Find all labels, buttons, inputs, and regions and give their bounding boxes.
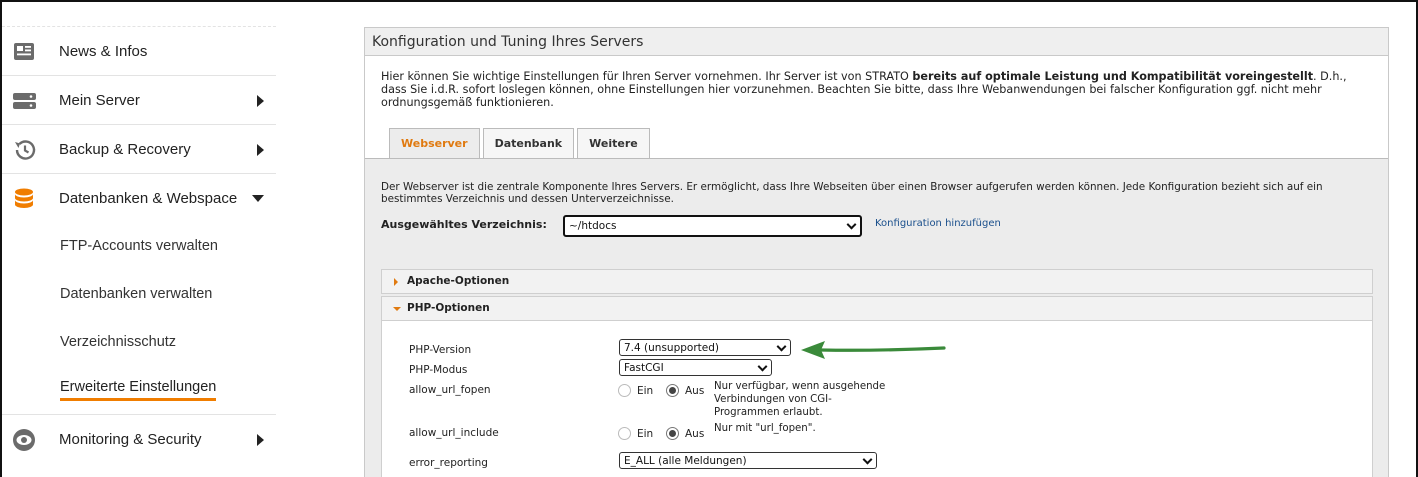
allow-url-include-label: allow_url_include — [409, 427, 499, 439]
history-icon — [12, 137, 38, 163]
eye-icon — [12, 427, 38, 453]
caret-down-icon — [393, 307, 401, 311]
sidebar-item-label: Datenbanken & Webspace — [59, 189, 238, 207]
error-reporting-label: error_reporting — [409, 457, 488, 469]
radio-button[interactable] — [618, 427, 631, 440]
chevron-right-icon — [257, 95, 264, 107]
php-mode-value: FastCGI — [624, 361, 664, 374]
radio-label: Ein — [637, 384, 654, 397]
chevron-right-icon — [257, 144, 264, 156]
fopen-radio-aus[interactable]: Aus — [666, 384, 704, 397]
radio-label: Aus — [685, 427, 705, 440]
sidebar-subitem-label: Erweiterte Einstellungen — [60, 379, 217, 401]
panel-title: Konfiguration und Tuning Ihres Servers — [365, 28, 1388, 56]
intro-text: Hier können Sie wichtige Einstellungen f… — [365, 56, 1388, 109]
sidebar-item-label: Backup & Recovery — [59, 140, 191, 158]
tab-content-webserver: Der Webserver ist die zentrale Komponent… — [365, 159, 1388, 477]
annotation-arrow-icon — [801, 341, 946, 359]
include-radio-aus[interactable]: Aus — [666, 427, 704, 440]
fopen-note: Nur verfügbar, wenn ausgehende Verbindun… — [714, 381, 886, 418]
sidebar-item-news[interactable]: News & Infos — [2, 26, 276, 75]
accordion-title: Apache-Optionen — [407, 275, 510, 287]
php-version-value: 7.4 (unsupported) — [624, 341, 719, 354]
sidebar-item-label: News & Infos — [59, 42, 148, 60]
caret-right-icon — [394, 278, 398, 286]
accordion-php[interactable]: PHP-Optionen — [381, 296, 1373, 321]
news-icon — [12, 39, 38, 65]
tab-datenbank[interactable]: Datenbank — [482, 128, 575, 158]
intro-text-part: Hier können Sie wichtige Einstellungen f… — [381, 70, 913, 83]
chevron-down-icon — [252, 195, 264, 202]
chevron-right-icon — [257, 434, 264, 446]
webserver-description: Der Webserver ist die zentrale Komponent… — [381, 181, 1323, 205]
directory-select[interactable]: ~/htdocs — [563, 215, 862, 237]
accordion-apache[interactable]: Apache-Optionen — [381, 269, 1373, 294]
sidebar-nav: News & Infos Mein Server Backup & Recove… — [2, 26, 276, 463]
include-radio-ein[interactable]: Ein — [618, 427, 653, 440]
accordion-title: PHP-Optionen — [407, 302, 490, 314]
error-reporting-select[interactable]: E_ALL (alle Meldungen) — [619, 452, 877, 469]
sidebar-item-databases[interactable]: Datenbanken & Webspace — [2, 173, 276, 222]
window-frame: News & Infos Mein Server Backup & Recove… — [0, 0, 1418, 477]
intro-text-bold: bereits auf optimale Leistung und Kompat… — [912, 70, 1314, 83]
sidebar-subitem-db[interactable]: Datenbanken verwalten — [2, 270, 276, 318]
php-mode-select[interactable]: FastCGI — [619, 359, 772, 376]
tab-webserver[interactable]: Webserver — [389, 128, 480, 159]
database-icon — [12, 186, 38, 212]
allow-url-fopen-label: allow_url_fopen — [409, 384, 491, 396]
sidebar-item-monitoring[interactable]: Monitoring & Security — [2, 414, 276, 463]
sidebar-subitem-advanced[interactable]: Erweiterte Einstellungen — [2, 366, 276, 414]
server-icon — [12, 88, 38, 114]
sidebar-subitem-label: Datenbanken verwalten — [60, 286, 213, 302]
directory-label: Ausgewähltes Verzeichnis: — [381, 218, 547, 231]
tab-weitere[interactable]: Weitere — [577, 128, 650, 158]
sidebar-subitem-label: FTP-Accounts verwalten — [60, 238, 218, 254]
chevron-down-icon — [757, 361, 768, 372]
tab-bar: Webserver Datenbank Weitere — [389, 128, 650, 159]
php-mode-label: PHP-Modus — [409, 364, 468, 376]
sidebar-item-label: Mein Server — [59, 91, 140, 109]
radio-label: Ein — [637, 427, 654, 440]
sidebar-item-label: Monitoring & Security — [59, 430, 202, 448]
radio-button-selected[interactable] — [666, 384, 679, 397]
php-version-select[interactable]: 7.4 (unsupported) — [619, 339, 791, 356]
directory-select-value: ~/htdocs — [569, 220, 617, 232]
include-note: Nur mit "url_fopen". — [714, 423, 816, 434]
sidebar-subitem-label: Verzeichnisschutz — [60, 334, 177, 350]
chevron-down-icon — [862, 454, 873, 465]
sidebar-subitem-dirprotect[interactable]: Verzeichnisschutz — [2, 318, 276, 366]
add-config-link[interactable]: Konfiguration hinzufügen — [875, 218, 1001, 229]
radio-button[interactable] — [618, 384, 631, 397]
radio-button-selected[interactable] — [666, 427, 679, 440]
php-version-label: PHP-Version — [409, 344, 472, 356]
sidebar-item-server[interactable]: Mein Server — [2, 75, 276, 124]
radio-label: Aus — [685, 384, 705, 397]
config-panel: Konfiguration und Tuning Ihres Servers H… — [364, 27, 1389, 477]
fopen-radio-ein[interactable]: Ein — [618, 384, 653, 397]
sidebar-item-backup[interactable]: Backup & Recovery — [2, 124, 276, 173]
chevron-down-icon — [776, 341, 787, 352]
error-reporting-value: E_ALL (alle Meldungen) — [624, 454, 747, 467]
chevron-down-icon — [846, 219, 857, 230]
sidebar-subitem-ftp[interactable]: FTP-Accounts verwalten — [2, 222, 276, 270]
